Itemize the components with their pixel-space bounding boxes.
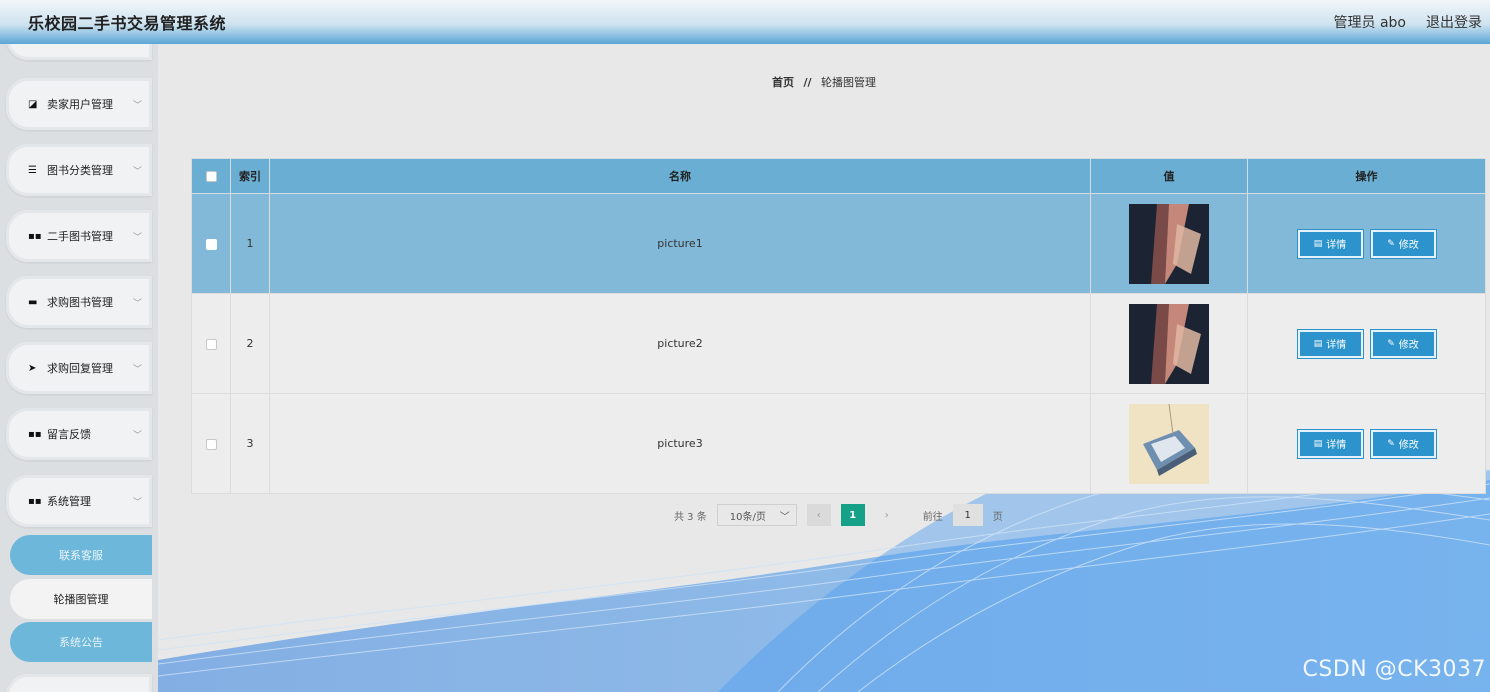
sidebar-subitem-announcement[interactable]: 系统公告: [10, 622, 152, 662]
chevron-down-icon: ﹀: [132, 232, 142, 243]
chevron-down-icon: ﹀: [779, 511, 790, 523]
sidebar: ◪ 卖家用户管理 ﹀ ☰ 图书分类管理 ﹀ ▪▪ 二手图书管理 ﹀ ▬ 求购图书…: [0, 44, 158, 692]
document-icon: ▤: [1313, 238, 1323, 249]
edit-button[interactable]: ✎ 修改: [1370, 229, 1436, 258]
sidebar-item-book-requests[interactable]: ▬ 求购图书管理 ﹀: [6, 276, 152, 328]
list-icon: ☰: [28, 164, 37, 176]
select-all-cell: [191, 158, 231, 194]
row-name: picture3: [269, 393, 1091, 494]
sidebar-item-feedback[interactable]: ▪▪ 留言反馈 ﹀: [6, 408, 152, 460]
main-content: 首页 // 轮播图管理 索引 名称 值 操作 1 picture1 ▤ 详情 ✎…: [158, 44, 1490, 692]
select-all-checkbox[interactable]: [205, 171, 217, 182]
row-checkbox[interactable]: [205, 238, 217, 250]
chevron-down-icon: ﹀: [132, 430, 142, 441]
row-actions: ▤ 详情 ✎ 修改: [1247, 193, 1486, 294]
sidebar-item-partial[interactable]: [6, 674, 152, 692]
row-index: 2: [230, 293, 270, 394]
row-checkbox[interactable]: [205, 438, 217, 450]
sidebar-subitem-carousel[interactable]: 轮播图管理: [10, 579, 152, 619]
app-title: 乐校园二手书交易管理系统: [28, 14, 227, 33]
row-thumbnail-cell: [1090, 193, 1248, 294]
chevron-down-icon: ﹀: [132, 364, 142, 375]
table-row: 1 picture1 ▤ 详情 ✎ 修改: [191, 193, 1486, 294]
chart-icon: ◪: [28, 98, 38, 110]
document-icon: ▤: [1313, 438, 1323, 449]
pencil-icon: ✎: [1387, 338, 1395, 349]
pagination-total: 共 3 条: [674, 511, 707, 523]
breadcrumb-separator: //: [803, 76, 812, 89]
monitor-icon: ▬: [28, 296, 38, 308]
carousel-image-thumbnail[interactable]: [1129, 203, 1209, 284]
next-page-button[interactable]: ›: [875, 504, 899, 526]
chevron-left-icon: ‹: [816, 509, 821, 521]
watermark-text: CSDN @CK3037: [1302, 657, 1486, 682]
sidebar-item-label: 二手图书管理: [47, 230, 113, 243]
sidebar-item-label: 求购回复管理: [47, 362, 113, 375]
chevron-down-icon: ﹀: [132, 497, 142, 508]
detail-button[interactable]: ▤ 详情: [1297, 429, 1363, 458]
sidebar-item-used-books[interactable]: ▪▪ 二手图书管理 ﹀: [6, 210, 152, 262]
pagination: 共 3 条 10条/页 ﹀ ‹ 1 › 前往 1 页: [674, 504, 1003, 526]
column-header-name: 名称: [269, 158, 1091, 194]
column-header-index: 索引: [230, 158, 270, 194]
logout-link[interactable]: 退出登录: [1426, 12, 1482, 32]
edit-button[interactable]: ✎ 修改: [1370, 329, 1436, 358]
document-icon: ▤: [1313, 338, 1323, 349]
breadcrumb-home[interactable]: 首页: [772, 76, 794, 89]
page-size-select[interactable]: 10条/页 ﹀: [716, 504, 797, 526]
column-header-value: 值: [1090, 158, 1248, 194]
pencil-icon: ✎: [1387, 238, 1395, 249]
column-header-actions: 操作: [1247, 158, 1486, 194]
chevron-down-icon: ﹀: [132, 298, 142, 309]
admin-username: 管理员 abo: [1333, 15, 1406, 31]
send-icon: ➤: [28, 362, 37, 374]
goto-page-input[interactable]: 1: [952, 504, 983, 526]
sidebar-item-label: 求购图书管理: [47, 296, 113, 309]
sidebar-item-book-category[interactable]: ☰ 图书分类管理 ﹀: [6, 144, 152, 196]
grid-icon: ▪▪: [28, 230, 42, 242]
table-row: 3 picture3 ▤ 详情 ✎ 修改: [191, 393, 1486, 494]
sidebar-item-request-replies[interactable]: ➤ 求购回复管理 ﹀: [6, 342, 152, 394]
breadcrumb-current: 轮播图管理: [821, 76, 877, 89]
table-header-row: 索引 名称 值 操作: [191, 158, 1486, 194]
page-number-current[interactable]: 1: [840, 504, 865, 526]
grid-icon: ▪▪: [28, 428, 42, 440]
goto-label: 前往: [922, 511, 943, 523]
row-index: 3: [230, 393, 270, 494]
chevron-right-icon: ›: [884, 509, 889, 521]
row-name: picture1: [269, 193, 1091, 294]
row-checkbox[interactable]: [205, 338, 217, 350]
sidebar-item-seller-users[interactable]: ◪ 卖家用户管理 ﹀: [6, 78, 152, 130]
row-index: 1: [230, 193, 270, 294]
row-actions: ▤ 详情 ✎ 修改: [1247, 293, 1486, 394]
prev-page-button[interactable]: ‹: [806, 504, 831, 526]
grid-icon: ▪▪: [28, 495, 42, 507]
breadcrumb: 首页 // 轮播图管理: [158, 74, 1490, 90]
row-thumbnail-cell: [1090, 393, 1248, 494]
row-thumbnail-cell: [1090, 293, 1248, 394]
chevron-down-icon: ﹀: [132, 166, 142, 177]
chevron-down-icon: ﹀: [132, 100, 142, 111]
sidebar-subitem-customer-service[interactable]: 联系客服: [10, 535, 152, 575]
sidebar-item-system[interactable]: ▪▪ 系统管理 ﹀: [6, 475, 152, 527]
detail-button[interactable]: ▤ 详情: [1297, 229, 1363, 258]
sidebar-item-label: 系统管理: [47, 495, 91, 508]
sidebar-item-label: 卖家用户管理: [47, 98, 113, 111]
carousel-table: 索引 名称 值 操作 1 picture1 ▤ 详情 ✎ 修改 2 pictur…: [191, 158, 1486, 494]
header-user-area: 管理员 abo 退出登录: [1334, 12, 1482, 32]
detail-button[interactable]: ▤ 详情: [1297, 329, 1363, 358]
carousel-image-thumbnail[interactable]: [1129, 403, 1209, 484]
row-name: picture2: [269, 293, 1091, 394]
row-actions: ▤ 详情 ✎ 修改: [1247, 393, 1486, 494]
top-header: 乐校园二手书交易管理系统 管理员 abo 退出登录: [0, 0, 1490, 44]
carousel-image-thumbnail[interactable]: [1129, 303, 1209, 384]
pencil-icon: ✎: [1387, 438, 1395, 449]
sidebar-item-label: 图书分类管理: [47, 164, 113, 177]
table-row: 2 picture2 ▤ 详情 ✎ 修改: [191, 293, 1486, 394]
sidebar-item-label: 留言反馈: [47, 428, 91, 441]
page-suffix: 页: [992, 511, 1003, 523]
edit-button[interactable]: ✎ 修改: [1370, 429, 1436, 458]
sidebar-item-partial[interactable]: [6, 44, 152, 60]
